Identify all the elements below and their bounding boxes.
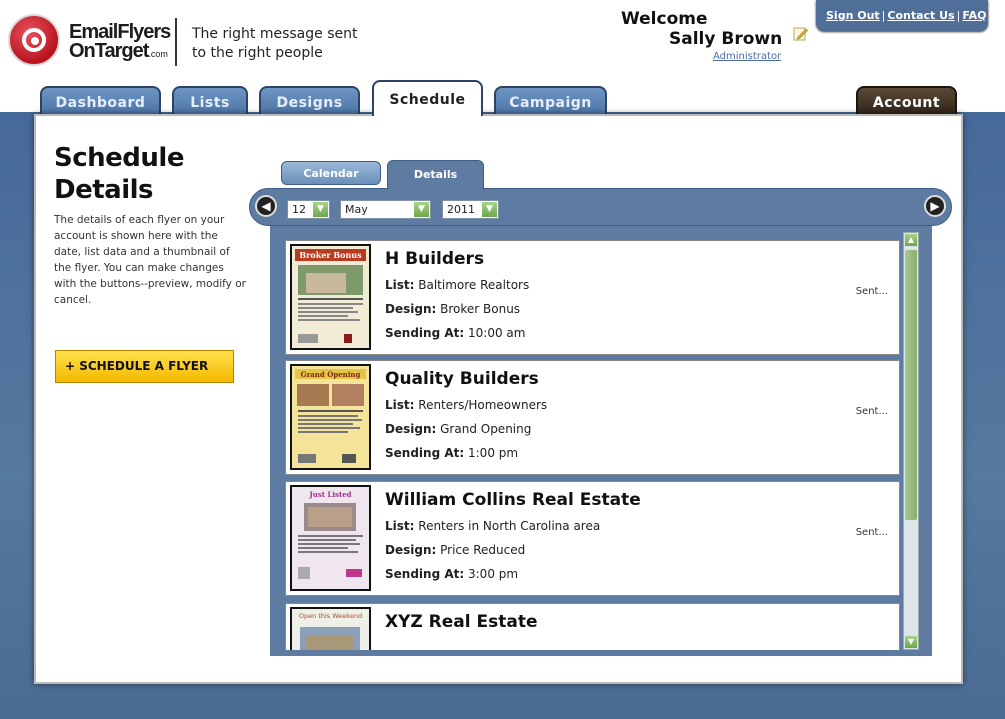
logo-text-line2: OnTarget.com: [69, 40, 168, 62]
page-description: The details of each flyer on your accoun…: [54, 214, 246, 306]
list-item[interactable]: Just Listed William Collins Real Estate …: [285, 481, 900, 596]
list-scrollbar[interactable]: ▲ ▼: [903, 232, 919, 650]
sign-out-link[interactable]: Sign Out: [826, 9, 880, 22]
schedule-flyer-button[interactable]: + SCHEDULE A FLYER: [55, 350, 234, 383]
flyer-thumbnail[interactable]: Open this Weekend: [290, 607, 371, 650]
company-name: Quality Builders: [385, 369, 539, 389]
page-title: Schedule Details: [54, 143, 184, 205]
company-name: XYZ Real Estate: [385, 612, 538, 632]
subtab-details[interactable]: Details: [387, 160, 484, 190]
design-line: Design: Price Reduced: [385, 543, 526, 557]
list-item[interactable]: Grand Opening Quality Builders List: Ren…: [285, 360, 900, 475]
company-name: H Builders: [385, 249, 485, 269]
scroll-up-icon[interactable]: ▲: [905, 234, 917, 246]
flyer-thumbnail[interactable]: Broker Bonus: [290, 244, 371, 350]
flyer-list: Broker Bonus H Builders List: Baltimore …: [281, 233, 903, 650]
tab-schedule[interactable]: Schedule: [372, 80, 483, 116]
target-logo-icon: [8, 14, 60, 66]
list-item[interactable]: Open this Weekend XYZ Real Estate: [285, 603, 900, 650]
logo-text-line1: EmailFlyers: [69, 21, 171, 43]
design-line: Design: Broker Bonus: [385, 302, 521, 316]
design-line: Design: Grand Opening: [385, 422, 532, 436]
thumb-title: Grand Opening: [301, 370, 361, 379]
welcome-text: Welcome: [621, 9, 708, 29]
top-links-bar: Sign Out | Contact Us | FAQ: [816, 0, 988, 31]
header-divider: [175, 18, 177, 66]
brand-logo[interactable]: EmailFlyers OnTarget.com: [8, 14, 171, 70]
list-line: List: Renters in North Carolina area: [385, 519, 601, 533]
chevron-down-icon: ▼: [414, 202, 429, 217]
thumb-title: Open this Weekend: [299, 612, 362, 620]
tab-campaign[interactable]: Campaign: [494, 86, 607, 116]
prev-arrow-icon[interactable]: ◀: [255, 195, 277, 217]
scroll-down-icon[interactable]: ▼: [905, 636, 917, 648]
next-arrow-icon[interactable]: ▶: [924, 195, 946, 217]
tab-lists[interactable]: Lists: [172, 86, 248, 116]
status-text: Sent...: [855, 527, 888, 538]
thumb-title: Broker Bonus: [299, 250, 362, 260]
sending-line: Sending At: 10:00 am: [385, 326, 526, 340]
tagline: The right message sent to the right peop…: [192, 26, 358, 61]
list-line: List: Renters/Homeowners: [385, 398, 548, 412]
thumb-title: Just Listed: [308, 490, 351, 499]
subtab-calendar[interactable]: Calendar: [281, 161, 381, 185]
day-select[interactable]: 12 ▼: [287, 200, 330, 219]
company-name: William Collins Real Estate: [385, 490, 641, 510]
list-line: List: Baltimore Realtors: [385, 278, 530, 292]
tab-designs[interactable]: Designs: [259, 86, 360, 116]
chevron-down-icon: ▼: [313, 202, 328, 217]
list-item[interactable]: Broker Bonus H Builders List: Baltimore …: [285, 240, 900, 355]
status-text: Sent...: [855, 286, 888, 297]
sending-line: Sending At: 1:00 pm: [385, 446, 519, 460]
user-name: Sally Brown: [669, 29, 783, 49]
scroll-thumb[interactable]: [905, 250, 917, 520]
tab-account[interactable]: Account: [856, 86, 957, 116]
sending-line: Sending At: 3:00 pm: [385, 567, 519, 581]
flyer-thumbnail[interactable]: Grand Opening: [290, 364, 371, 470]
tab-dashboard[interactable]: Dashboard: [40, 86, 161, 116]
flyer-thumbnail[interactable]: Just Listed: [290, 485, 371, 591]
contact-us-link[interactable]: Contact Us: [887, 9, 954, 22]
month-select[interactable]: May ▼: [340, 200, 431, 219]
chevron-down-icon: ▼: [482, 202, 497, 217]
status-text: Sent...: [855, 406, 888, 417]
year-select[interactable]: 2011 ▼: [442, 200, 499, 219]
faq-link[interactable]: FAQ: [962, 9, 986, 22]
user-role-link[interactable]: Administrator: [713, 51, 781, 62]
edit-pencil-icon[interactable]: [793, 26, 808, 41]
